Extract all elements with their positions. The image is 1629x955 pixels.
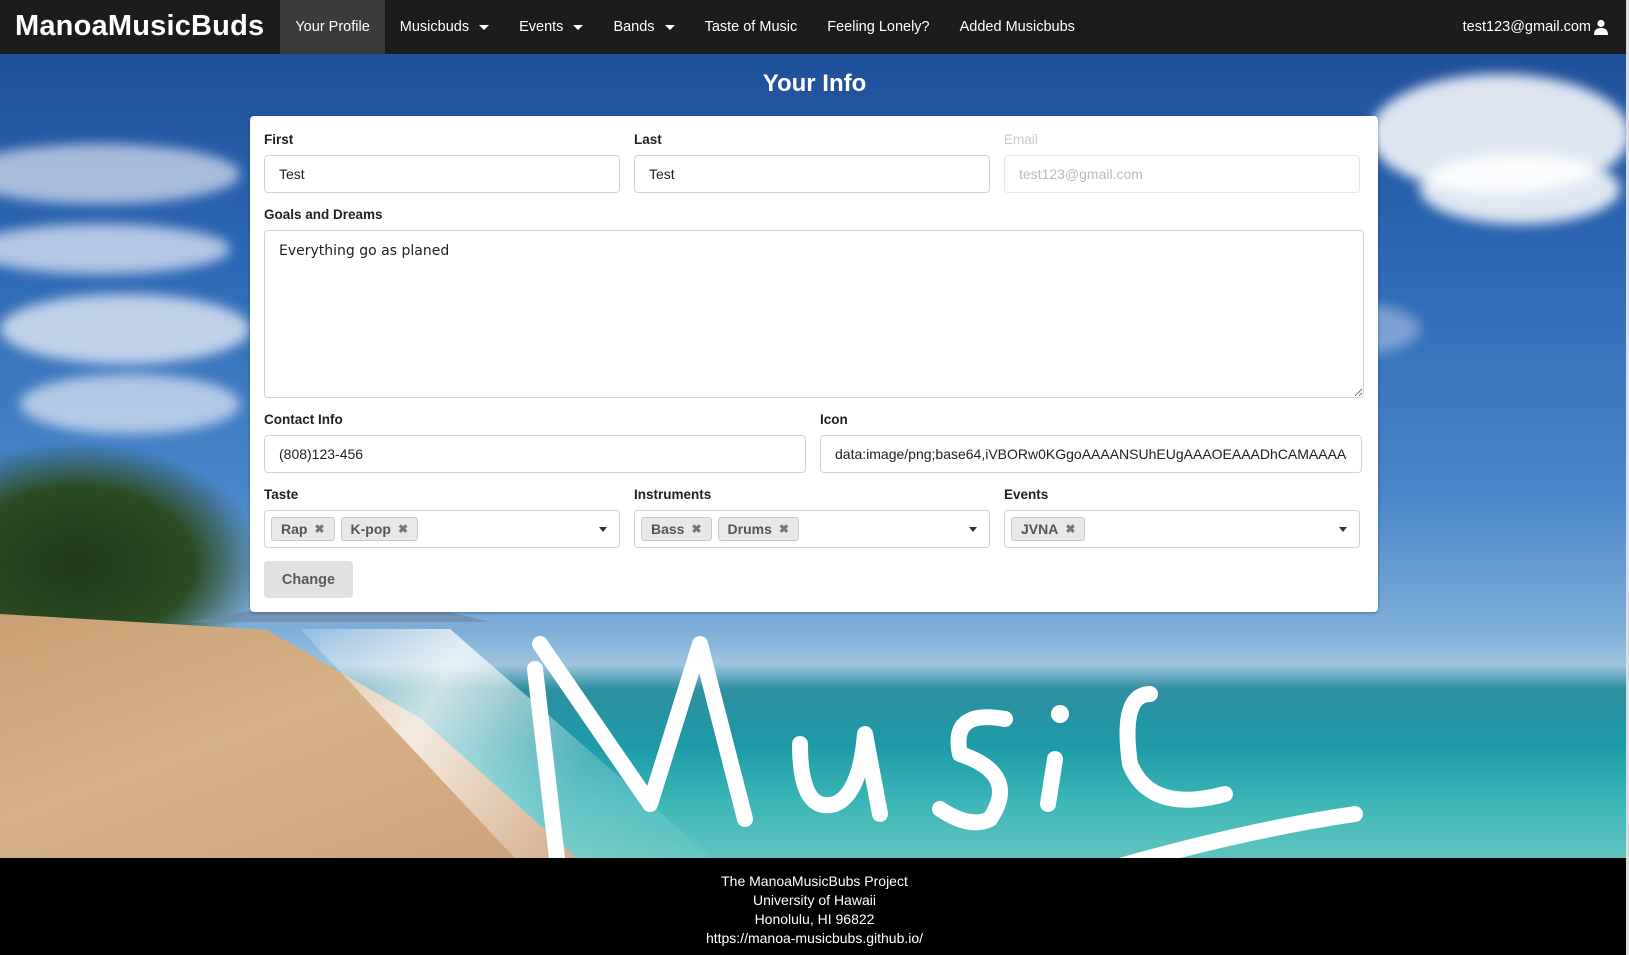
remove-chip-icon[interactable]: ✖: [314, 522, 324, 536]
contact-field: Contact Info: [264, 412, 806, 473]
nav-added-musicbubs[interactable]: Added Musicbubs: [945, 0, 1090, 54]
footer-project-name: The ManoaMusicBubs Project: [721, 873, 908, 889]
last-label: Last: [634, 132, 662, 147]
change-button[interactable]: Change: [264, 561, 353, 598]
cloud: [20, 374, 240, 434]
nav-label: Feeling Lonely?: [827, 19, 930, 35]
nav-events[interactable]: Events: [504, 0, 598, 54]
brand-logo[interactable]: ManoaMusicBuds: [0, 0, 280, 54]
chip-label: Bass: [651, 521, 685, 537]
chip-label: JVNA: [1021, 521, 1059, 537]
icon-label: Icon: [820, 412, 848, 427]
instruments-field: Instruments Bass ✖ Drums ✖: [634, 487, 990, 548]
remove-chip-icon[interactable]: ✖: [691, 522, 701, 536]
footer-link[interactable]: https://manoa-musicbubs.github.io/: [0, 929, 1629, 948]
taste-field: Taste Rap ✖ K-pop ✖: [264, 487, 620, 548]
nav-label: Added Musicbubs: [959, 19, 1075, 35]
taste-chip: Rap ✖: [271, 517, 335, 541]
events-field: Events JVNA ✖: [1004, 487, 1360, 548]
dropdown-arrow-icon[interactable]: [599, 527, 607, 532]
chevron-down-icon: [573, 24, 584, 30]
user-icon: [1594, 19, 1608, 35]
chevron-down-icon: [479, 24, 490, 30]
nav-label: Bands: [613, 19, 655, 35]
chevron-down-icon: [664, 24, 675, 30]
instruments-label: Instruments: [634, 487, 712, 502]
last-name-input[interactable]: [634, 155, 990, 193]
palm-trees: [0, 444, 260, 644]
contact-label: Contact Info: [264, 412, 343, 427]
events-label: Events: [1004, 487, 1049, 502]
chip-label: Rap: [281, 521, 308, 537]
user-email: test123@gmail.com: [1462, 19, 1591, 35]
nav-label: Your Profile: [295, 19, 370, 35]
icon-field: Icon: [820, 412, 1362, 473]
first-name-field: First: [264, 132, 620, 193]
instrument-chip: Bass ✖: [641, 517, 712, 541]
footer-address: Honolulu, HI 96822: [754, 911, 875, 927]
cloud: [1420, 154, 1620, 224]
dropdown-arrow-icon[interactable]: [1339, 527, 1347, 532]
nav-your-profile[interactable]: Your Profile: [280, 0, 385, 54]
remove-chip-icon[interactable]: ✖: [398, 522, 408, 536]
chip-label: K-pop: [350, 521, 391, 537]
first-label: First: [264, 132, 294, 147]
icon-input[interactable]: [820, 435, 1362, 473]
remove-chip-icon[interactable]: ✖: [779, 522, 789, 536]
first-name-input[interactable]: [264, 155, 620, 193]
cloud: [0, 224, 230, 274]
cloud: [0, 144, 240, 204]
taste-label: Taste: [264, 487, 299, 502]
nav-label: Events: [519, 19, 564, 35]
contact-input[interactable]: [264, 435, 806, 473]
footer-university: University of Hawaii: [753, 892, 876, 908]
last-name-field: Last: [634, 132, 990, 193]
taste-multiselect[interactable]: Rap ✖ K-pop ✖: [264, 510, 620, 548]
email-input: [1004, 155, 1360, 193]
dropdown-arrow-icon[interactable]: [969, 527, 977, 532]
nav-bands[interactable]: Bands: [598, 0, 689, 54]
nav-feeling-lonely[interactable]: Feeling Lonely?: [812, 0, 944, 54]
goals-textarea[interactable]: Everything go as planed: [264, 230, 1364, 398]
top-navbar: ManoaMusicBuds Your Profile Musicbuds Ev…: [0, 0, 1629, 54]
cloud: [0, 294, 250, 364]
event-chip: JVNA ✖: [1011, 517, 1086, 541]
goals-field: Goals and Dreams Everything go as planed: [264, 207, 1364, 403]
nav-musicbuds[interactable]: Musicbuds: [385, 0, 504, 54]
goals-label: Goals and Dreams: [264, 207, 383, 222]
nav-taste-of-music[interactable]: Taste of Music: [690, 0, 813, 54]
profile-form-card: First Last Email Goals and Dreams Everyt…: [250, 116, 1378, 612]
instruments-multiselect[interactable]: Bass ✖ Drums ✖: [634, 510, 990, 548]
chip-label: Drums: [727, 521, 772, 537]
taste-chip: K-pop ✖: [340, 517, 419, 541]
remove-chip-icon[interactable]: ✖: [1065, 522, 1075, 536]
events-multiselect[interactable]: JVNA ✖: [1004, 510, 1360, 548]
user-menu[interactable]: test123@gmail.com: [1463, 0, 1629, 54]
email-field: Email: [1004, 132, 1360, 193]
footer: The ManoaMusicBubs Project University of…: [0, 858, 1629, 955]
nav-label: Taste of Music: [704, 19, 798, 35]
nav-label: Musicbuds: [399, 19, 470, 35]
email-label: Email: [1004, 132, 1038, 147]
instrument-chip: Drums ✖: [717, 517, 799, 541]
page-title: Your Info: [762, 70, 867, 97]
